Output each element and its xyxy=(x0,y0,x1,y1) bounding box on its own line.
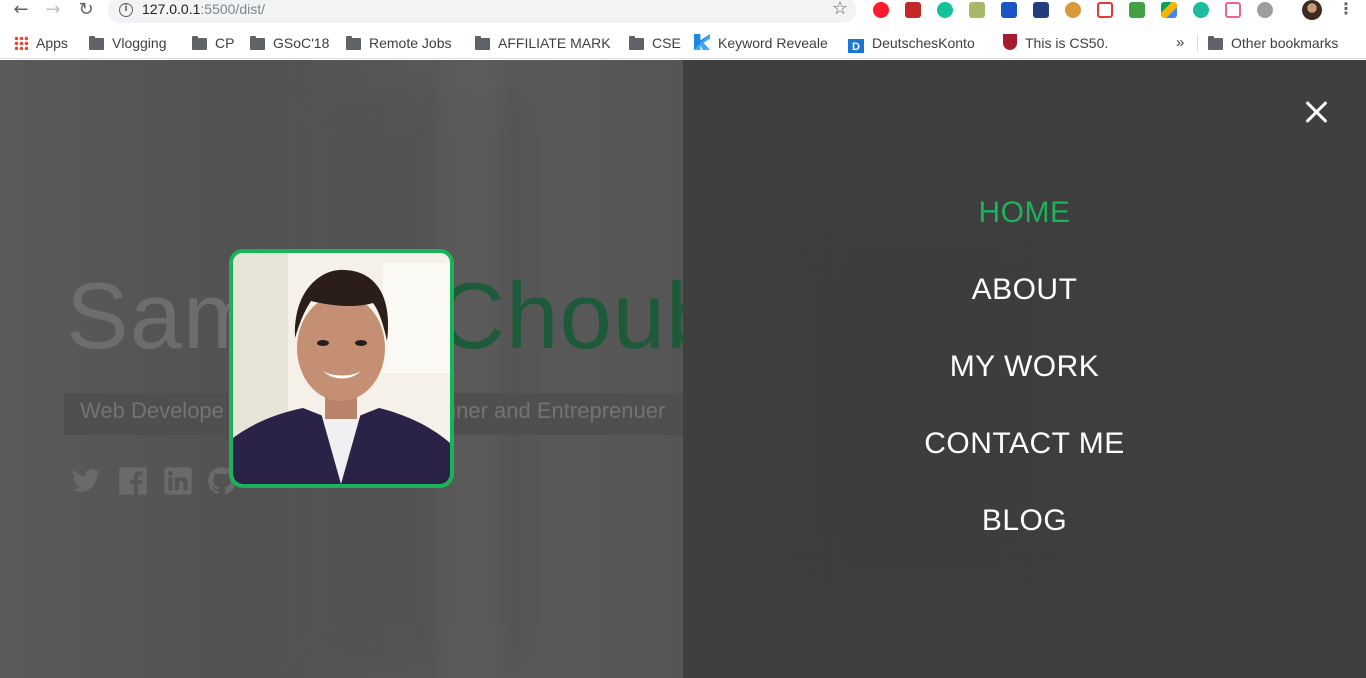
building-extension-icon[interactable] xyxy=(1033,2,1049,18)
folder-icon xyxy=(250,36,265,50)
keyword-icon xyxy=(694,34,710,50)
bookmark-cp[interactable]: CP xyxy=(192,33,234,53)
bookmark-label: CSE xyxy=(652,35,681,51)
bookmark-apps[interactable]: Apps xyxy=(14,33,68,53)
v-extension-icon[interactable] xyxy=(1001,2,1017,18)
folder-icon xyxy=(1208,36,1223,50)
page-content: Sam Choubey Web Develope gner and Entrepre… xyxy=(0,60,1366,678)
download-extension-icon[interactable] xyxy=(1129,2,1145,18)
browser-toolbar: ← → ↻ i 127.0.0.1:5500/dist/ ☆ ⋮ xyxy=(0,0,1366,23)
menu-item-home[interactable]: HOME xyxy=(683,191,1366,268)
bookmarks-overflow-button[interactable]: » xyxy=(1176,33,1184,53)
play-extension-icon[interactable] xyxy=(1225,2,1241,18)
forward-arrow-icon[interactable]: → xyxy=(42,0,64,20)
back-arrow-icon[interactable]: ← xyxy=(10,0,32,20)
url-text[interactable]: 127.0.0.1:5500/dist/ xyxy=(142,1,265,17)
bookmark-label: DeutschesKonto xyxy=(872,35,975,51)
bookmark-affiliate[interactable]: AFFILIATE MARK xyxy=(475,33,611,53)
url-path: :5500/dist/ xyxy=(200,1,265,17)
folder-icon xyxy=(475,36,490,50)
harvard-icon xyxy=(1003,34,1017,50)
bookmark-keyword-revealer[interactable]: Keyword Reveale xyxy=(694,33,832,53)
info-icon[interactable]: i xyxy=(119,3,133,17)
reload-icon[interactable]: ↻ xyxy=(75,0,97,20)
facebook-icon[interactable] xyxy=(117,466,149,496)
bookmark-remote-jobs[interactable]: Remote Jobs xyxy=(346,33,451,53)
url-host: 127.0.0.1 xyxy=(142,1,201,17)
bookmark-label: AFFILIATE MARK xyxy=(498,35,611,51)
other-bookmarks[interactable]: Other bookmarks xyxy=(1208,33,1338,53)
train-extension-icon[interactable] xyxy=(905,2,921,18)
cookie-extension-icon[interactable] xyxy=(1065,2,1081,18)
opera-extension-icon[interactable] xyxy=(873,2,889,18)
bookmark-label: Vlogging xyxy=(112,35,167,51)
bookmark-label: Apps xyxy=(36,35,68,51)
browser-menu-icon[interactable]: ⋮ xyxy=(1338,0,1354,20)
grammarly-extension-icon[interactable] xyxy=(937,2,953,18)
bookmark-vlogging[interactable]: Vlogging xyxy=(89,33,167,53)
menu-item-blog[interactable]: BLOG xyxy=(683,499,1366,576)
nav-menu: HOME ABOUT MY WORK CONTACT ME BLOG xyxy=(683,191,1366,576)
menu-item-contact-me[interactable]: CONTACT ME xyxy=(683,422,1366,499)
bookmarks-separator xyxy=(1197,34,1198,52)
bookmark-star-icon[interactable]: ☆ xyxy=(832,0,848,19)
nav-menu-overlay: HOME ABOUT MY WORK CONTACT ME BLOG xyxy=(683,60,1366,678)
bookmark-gsoc[interactable]: GSoC'18 xyxy=(250,33,329,53)
drive-extension-icon[interactable] xyxy=(1161,2,1177,18)
folder-icon xyxy=(192,36,207,50)
d-icon: D xyxy=(848,39,864,53)
folder-icon xyxy=(89,36,104,50)
menu-item-my-work[interactable]: MY WORK xyxy=(683,345,1366,422)
tagline-start: Web Develope xyxy=(80,398,224,423)
linkedin-icon[interactable] xyxy=(162,466,194,496)
bookmark-cs50[interactable]: This is CS50. xyxy=(1003,33,1108,53)
bookmark-label: This is CS50. xyxy=(1025,35,1109,51)
bookmark-label: Keyword Reveale xyxy=(718,35,828,51)
profile-avatar-icon[interactable] xyxy=(1302,0,1322,20)
gray-extension-icon[interactable] xyxy=(1257,2,1273,18)
close-menu-icon[interactable] xyxy=(1300,96,1332,128)
folder-icon xyxy=(629,36,644,50)
bookmark-deutscheskonto[interactable]: D DeutschesKonto xyxy=(848,33,986,53)
menu-item-about[interactable]: ABOUT xyxy=(683,268,1366,345)
notes-extension-icon[interactable] xyxy=(969,2,985,18)
twitter-icon[interactable] xyxy=(70,466,102,496)
address-bar[interactable]: i 127.0.0.1:5500/dist/ ☆ xyxy=(108,0,856,23)
profile-photo xyxy=(229,249,454,488)
bookmark-cse[interactable]: CSE xyxy=(629,33,681,53)
bookmarks-bar: Apps Vlogging CP GSoC'18 Remote Jobs AFF… xyxy=(0,29,1366,59)
apps-grid-icon xyxy=(14,36,28,50)
bookmark-label: Other bookmarks xyxy=(1231,35,1339,51)
profile-photo-illustration xyxy=(233,253,450,484)
bookmark-label: CP xyxy=(215,35,235,51)
bookmark-label: Remote Jobs xyxy=(369,35,452,51)
bookmark-label: GSoC'18 xyxy=(273,35,330,51)
tagline-end: gner and Entreprenuer xyxy=(443,398,666,423)
folder-icon xyxy=(346,36,361,50)
cross-extension-icon[interactable] xyxy=(1097,2,1113,18)
m-extension-icon[interactable] xyxy=(1193,2,1209,18)
